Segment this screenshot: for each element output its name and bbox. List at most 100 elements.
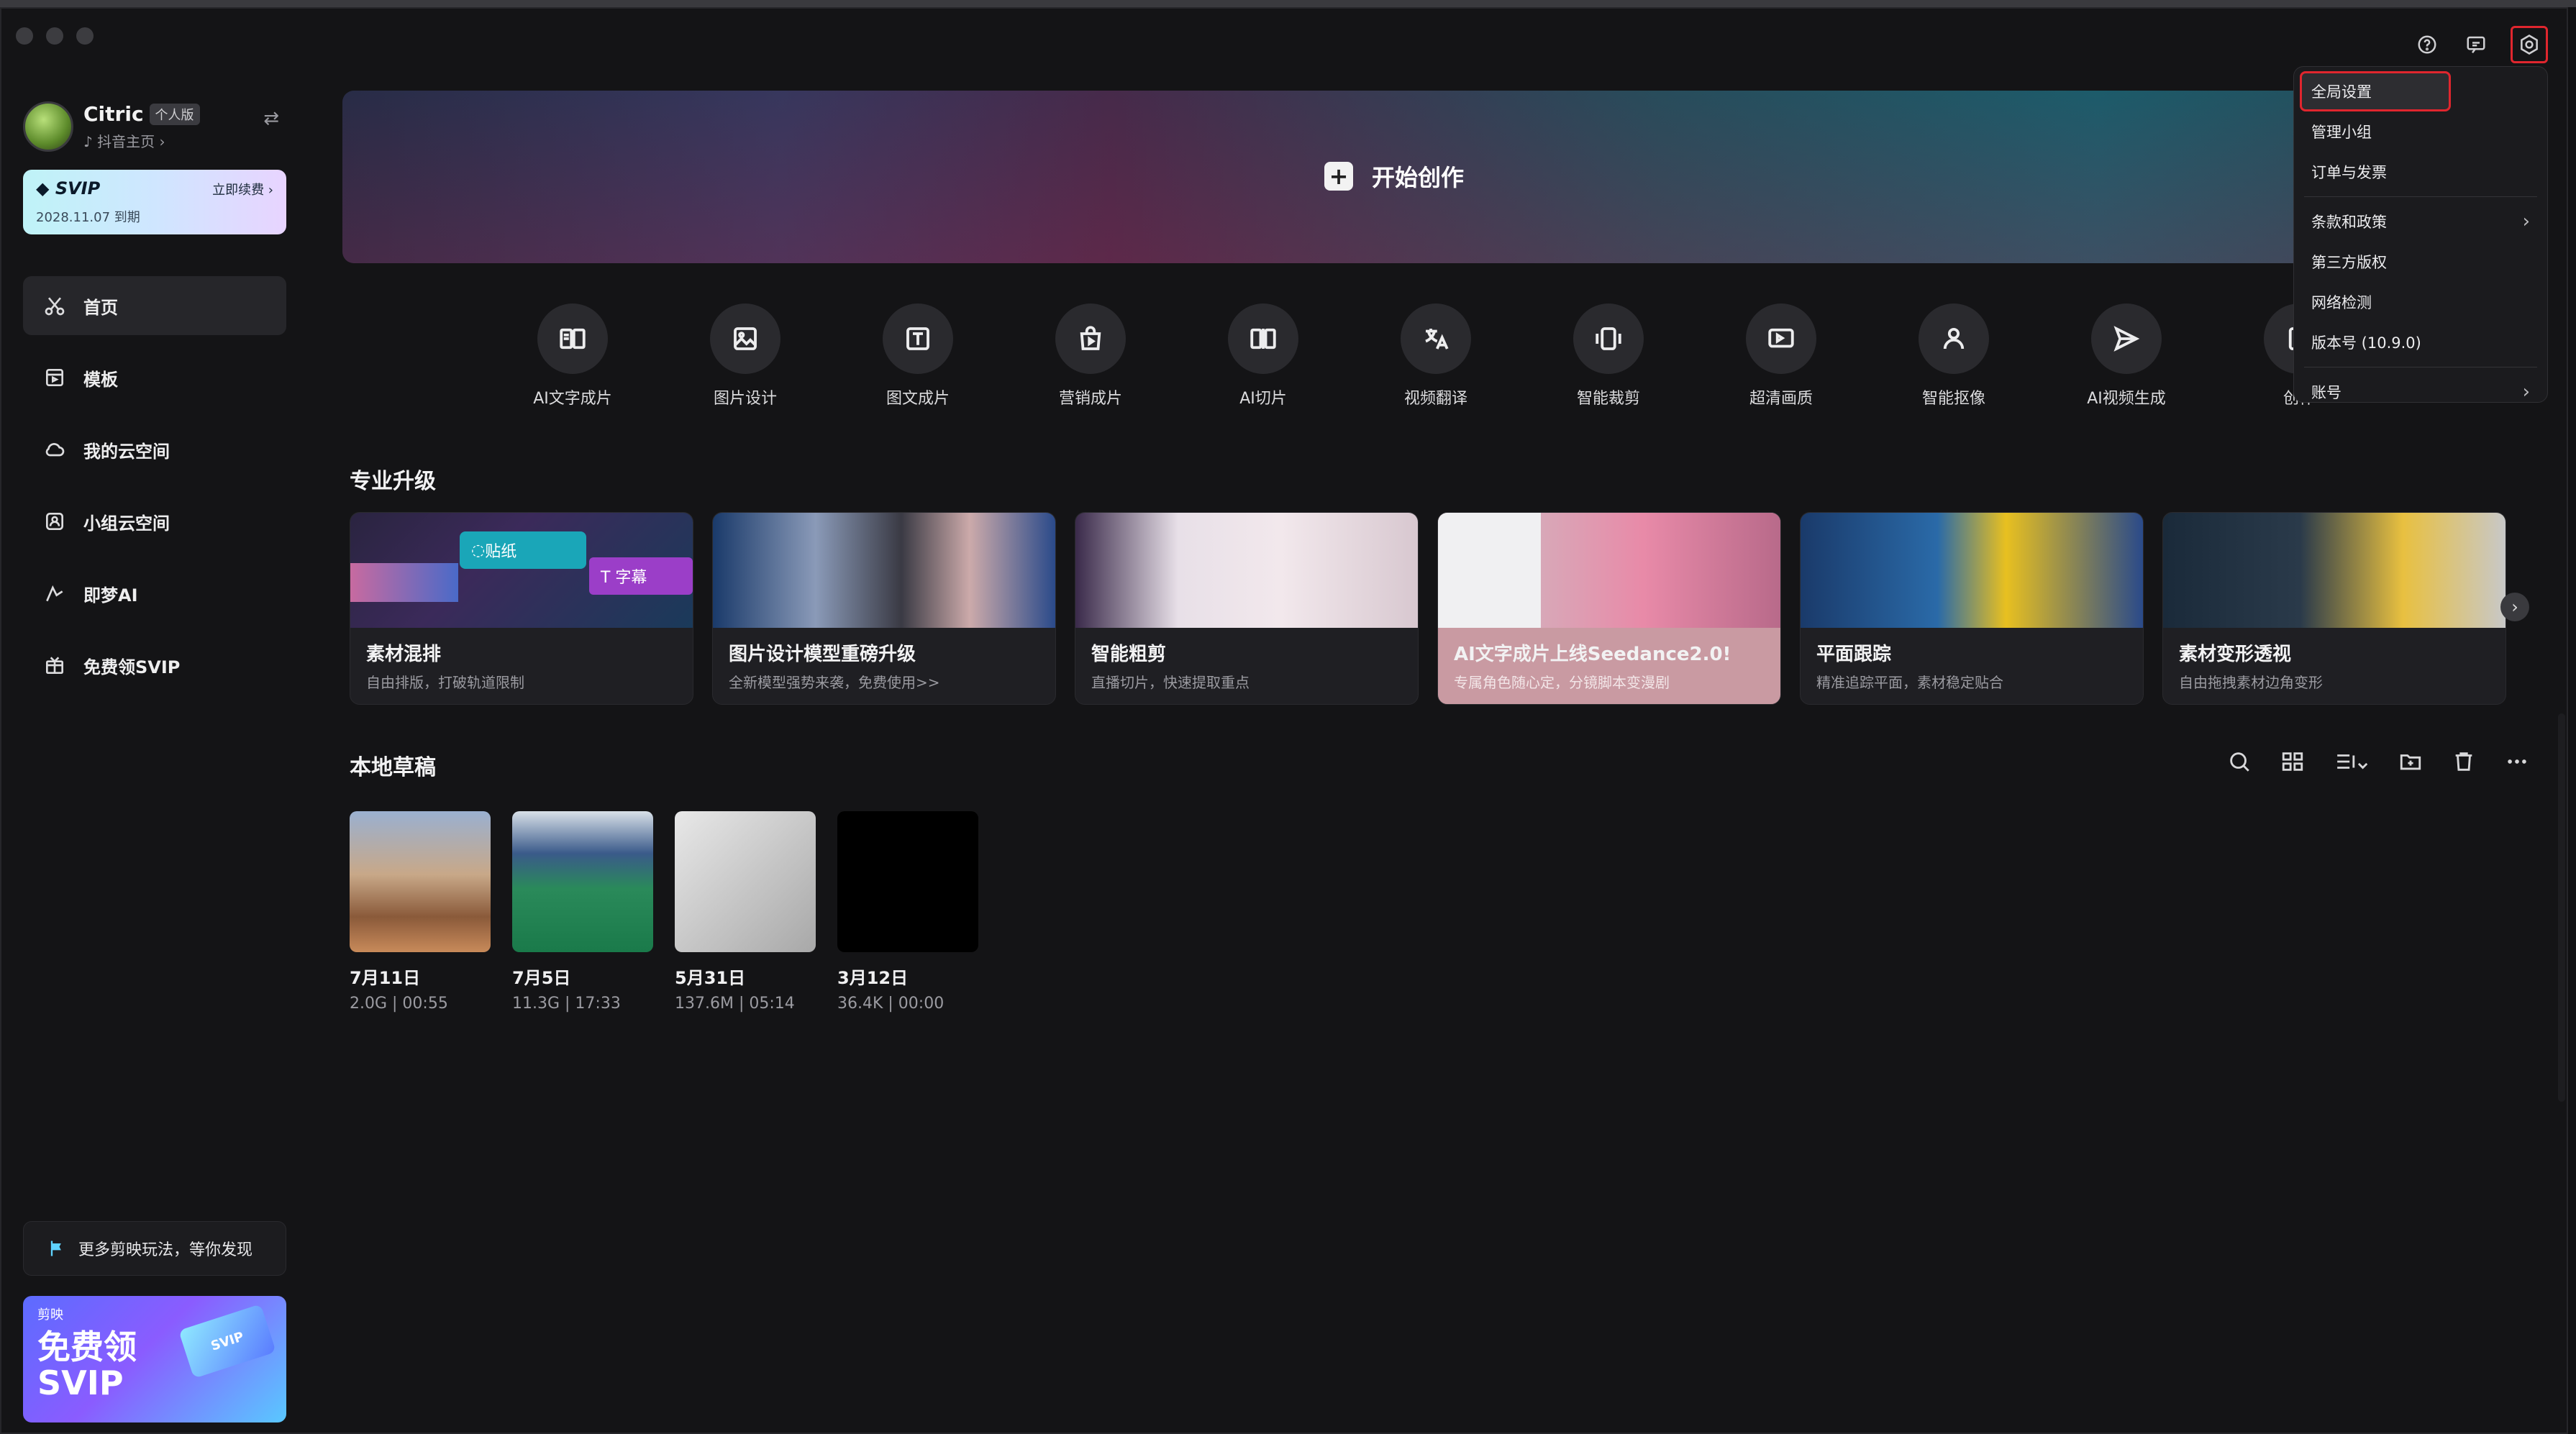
svip-expiry: 2028.11.07 到期 [36, 210, 140, 225]
card-image: ◌ 贴纸 T 字幕 [350, 513, 693, 628]
tool-text-image-video[interactable]: 图文成片 [832, 303, 1004, 408]
svip-label: ◆ SVIP [36, 178, 100, 198]
section-title-pro: 专业升级 [350, 469, 436, 494]
sidebar-item-templates[interactable]: 模板 [23, 348, 286, 407]
zoom-window-button[interactable] [76, 27, 94, 45]
menu-item-account[interactable]: 账号 › [2300, 372, 2541, 412]
draft-date: 7月11日 [350, 968, 421, 988]
ticket-icon: SVIP [178, 1304, 276, 1379]
more-icon[interactable] [2505, 749, 2529, 774]
draft-item[interactable]: 5月31日 137.6M | 05:14 [675, 811, 816, 1013]
template-icon [46, 369, 63, 386]
douyin-home-link[interactable]: ♪ 抖音主页 › [83, 130, 200, 151]
sticker-badge: ◌ 贴纸 [460, 531, 586, 569]
draft-item[interactable]: 3月12日 36.4K | 00:00 [837, 811, 978, 1013]
profile[interactable]: Citric 个人版 ♪ 抖音主页 › ⇄ [23, 93, 286, 160]
sidebar-item-group-cloud[interactable]: 小组云空间 [23, 492, 286, 551]
sort-icon[interactable] [2334, 749, 2370, 774]
tool-video-translate[interactable]: 视频翻译 [1350, 303, 1522, 408]
quick-tools: AI文字成片 图片设计 图文成片 营销成片 AI切片 视频翻译 智能裁剪 超清画… [486, 303, 2385, 408]
menu-item-third-party-copyright[interactable]: 第三方版权 [2300, 242, 2541, 282]
menu-item-global-settings[interactable]: 全局设置 [2300, 71, 2451, 111]
tool-ai-slice[interactable]: AI切片 [1177, 303, 1350, 408]
draft-thumbnail[interactable] [512, 811, 653, 952]
traffic-lights [16, 27, 94, 45]
search-icon[interactable] [2227, 749, 2252, 774]
image-design-icon [710, 303, 780, 374]
draft-thumbnail[interactable] [675, 811, 816, 952]
menu-item-label: 版本号 (10.9.0) [2311, 334, 2421, 352]
tool-smart-cutout[interactable]: 智能抠像 [1867, 303, 2040, 408]
draft-date: 7月5日 [512, 968, 571, 988]
translate-icon [1401, 303, 1471, 374]
menu-item-manage-group[interactable]: 管理小组 [2300, 111, 2541, 152]
scrollbar[interactable] [2558, 713, 2565, 1102]
menu-divider [2304, 196, 2537, 197]
delete-icon[interactable] [2452, 749, 2476, 774]
card-subtitle: 直播切片，快速提取重点 [1091, 674, 1250, 691]
folder-add-icon[interactable] [2398, 749, 2423, 774]
sidebar-item-jimeng[interactable]: 即梦AI [23, 564, 286, 623]
card-image [1801, 513, 2143, 628]
close-window-button[interactable] [16, 27, 33, 45]
pro-card[interactable]: 素材变形透视 自由拖拽素材边角变形 [2162, 512, 2506, 705]
chevron-right-icon: › [2522, 211, 2530, 232]
menu-item-label: 网络检测 [2311, 294, 2372, 311]
minimize-window-button[interactable] [46, 27, 63, 45]
card-subtitle: 自由排版，打破轨道限制 [366, 674, 524, 691]
plan-tag: 个人版 [149, 103, 200, 125]
text-video-icon [537, 303, 608, 374]
carousel-next-button[interactable]: › [2500, 593, 2529, 621]
pro-card[interactable]: 智能粗剪 直播切片，快速提取重点 [1075, 512, 1419, 705]
sidebar-item-home[interactable]: 首页 [23, 276, 286, 335]
avatar[interactable] [23, 101, 73, 152]
pro-card[interactable]: 平面跟踪 精准追踪平面，素材稳定贴合 [1800, 512, 2144, 705]
draft-item[interactable]: 7月11日 2.0G | 00:55 [350, 811, 491, 1013]
group-cloud-icon [46, 513, 63, 530]
tool-label: AI文字成片 [533, 390, 612, 408]
menu-item-label: 条款和政策 [2311, 214, 2387, 231]
draft-thumbnail[interactable] [837, 811, 978, 952]
chevron-right-icon: › [2511, 597, 2518, 617]
start-creation-banner[interactable]: + 开始创作 [342, 91, 2536, 263]
sidebar-nav: 首页 模板 我的云空间 小组云空间 即梦AI 免费领SVIP [23, 276, 286, 695]
plus-icon: + [1324, 162, 1353, 191]
menu-item-terms-policies[interactable]: 条款和政策 › [2300, 201, 2541, 242]
tool-hd-quality[interactable]: 超清画质 [1695, 303, 1867, 408]
svip-card[interactable]: ◆ SVIP 2028.11.07 到期 立即续费 › [23, 170, 286, 234]
draft-toolbar [2227, 749, 2529, 774]
tool-ai-text-video[interactable]: AI文字成片 [486, 303, 659, 408]
draft-thumbnail[interactable] [350, 811, 491, 952]
switch-account-icon[interactable]: ⇄ [263, 108, 279, 129]
shopping-bag-icon [1055, 303, 1126, 374]
menu-item-version[interactable]: 版本号 (10.9.0) [2300, 322, 2541, 362]
draft-item[interactable]: 7月5日 11.3G | 17:33 [512, 811, 653, 1013]
tool-ai-video-gen[interactable]: AI视频生成 [2040, 303, 2213, 408]
pro-card[interactable]: ◌ 贴纸 T 字幕 素材混排 自由排版，打破轨道限制 [350, 512, 693, 705]
sidebar-item-cloud[interactable]: 我的云空间 [23, 420, 286, 479]
tool-smart-crop[interactable]: 智能裁剪 [1522, 303, 1695, 408]
card-title: AI文字成片上线Seedance2.0! [1454, 644, 1731, 665]
tool-image-design[interactable]: 图片设计 [659, 303, 832, 408]
card-image [2163, 513, 2506, 628]
tool-marketing-video[interactable]: 营销成片 [1004, 303, 1177, 408]
pro-card[interactable]: AI文字成片上线Seedance2.0! 专属角色随心定，分镜脚本变漫剧 [1437, 512, 1781, 705]
svip-promo-banner[interactable]: 剪映 免费领 SVIP SVIP [23, 1296, 286, 1422]
svip-renew-link[interactable]: 立即续费 › [212, 180, 273, 198]
menu-item-network-check[interactable]: 网络检测 [2300, 282, 2541, 322]
draft-meta: 137.6M | 05:14 [675, 995, 795, 1013]
pro-card[interactable]: 图片设计模型重磅升级 全新模型强势来袭，免费使用>> [712, 512, 1056, 705]
profile-info: Citric 个人版 ♪ 抖音主页 › [83, 102, 200, 151]
sidebar-item-free-svip[interactable]: 免费领SVIP [23, 636, 286, 695]
grid-view-icon[interactable] [2280, 749, 2305, 774]
draft-meta: 2.0G | 00:55 [350, 995, 448, 1013]
menu-item-orders-invoices[interactable]: 订单与发票 [2300, 152, 2541, 192]
card-title: 图片设计模型重磅升级 [729, 644, 916, 665]
start-creation-button[interactable]: + 开始创作 [1324, 160, 1464, 193]
card-image [1438, 513, 1780, 628]
discover-more-card[interactable]: 更多剪映玩法，等你发现 [23, 1221, 286, 1276]
start-creation-label: 开始创作 [1372, 164, 1465, 191]
pro-upgrade-carousel: ◌ 贴纸 T 字幕 素材混排 自由排版，打破轨道限制 图片设计模型重磅升级 全新… [350, 512, 2506, 705]
sidebar-item-label: 小组云空间 [83, 513, 170, 534]
cutout-icon [1919, 303, 1989, 374]
